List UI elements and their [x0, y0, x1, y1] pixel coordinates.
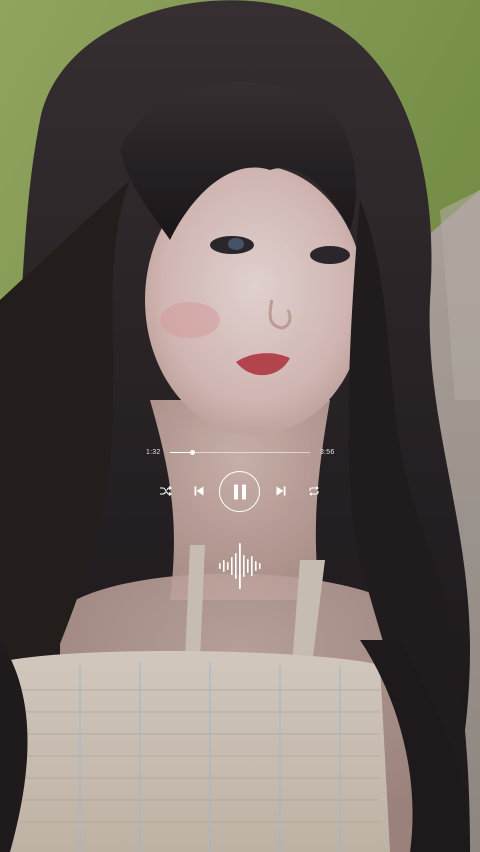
music-player: 1:32 3:56	[0, 440, 480, 590]
elapsed-time: 1:32	[146, 449, 161, 456]
pause-icon	[233, 484, 246, 499]
repeat-button[interactable]	[306, 483, 322, 499]
skip-next-icon	[276, 486, 286, 496]
audio-waveform-icon	[218, 543, 262, 589]
player-screen: 1:32 3:56	[0, 0, 480, 852]
shuffle-icon	[160, 486, 172, 496]
shuffle-button[interactable]	[158, 483, 174, 499]
pause-button[interactable]	[219, 471, 260, 512]
total-time: 3:56	[320, 449, 335, 456]
previous-button[interactable]	[191, 483, 207, 499]
background-photo	[0, 0, 480, 852]
next-button[interactable]	[273, 483, 289, 499]
repeat-icon	[309, 486, 319, 496]
progress-bar[interactable]	[170, 450, 310, 455]
progress-thumb[interactable]	[189, 450, 195, 455]
skip-previous-icon	[194, 486, 204, 496]
